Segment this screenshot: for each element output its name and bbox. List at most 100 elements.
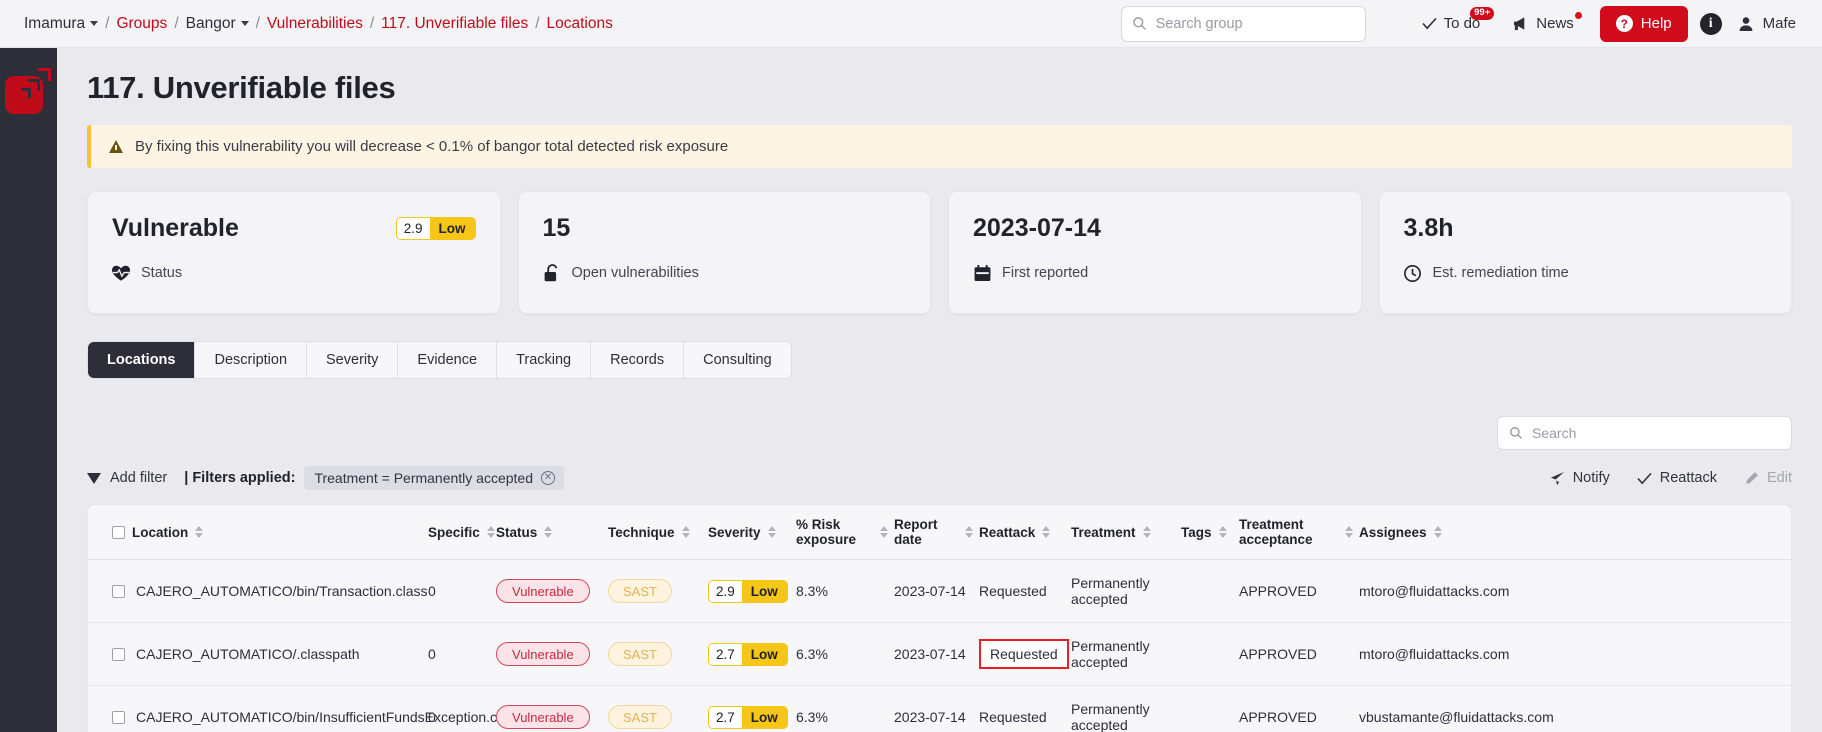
select-all-checkbox[interactable]	[112, 525, 125, 539]
sort-toggle-icon[interactable]	[1345, 526, 1353, 538]
tab-description[interactable]: Description	[195, 342, 308, 378]
notify-button[interactable]: Notify	[1550, 470, 1610, 486]
edit-button[interactable]: Edit	[1744, 470, 1792, 486]
table-search-input[interactable]: Search	[1497, 416, 1792, 450]
column-header-treatment-acceptance[interactable]: Treatment acceptance	[1239, 505, 1359, 560]
breadcrumb-separator: /	[255, 14, 260, 32]
todo-nav-item[interactable]: To do 99+	[1406, 7, 1497, 32]
reattack-button[interactable]: Reattack	[1637, 470, 1717, 486]
tab-records[interactable]: Records	[591, 342, 685, 378]
breadcrumb-item-bangor[interactable]: Bangor	[186, 15, 249, 33]
column-header-treatment[interactable]: Treatment	[1071, 505, 1181, 560]
close-icon[interactable]: ✕	[541, 471, 555, 485]
breadcrumb-item-imamura[interactable]: Imamura	[24, 15, 99, 33]
cell-treatment-text: Permanently accepted	[1071, 638, 1150, 670]
tab-locations[interactable]: Locations	[88, 342, 196, 378]
filter-chip-treatment[interactable]: Treatment = Permanently accepted ✕	[304, 466, 564, 490]
sort-toggle-icon[interactable]	[486, 526, 495, 538]
sort-toggle-icon[interactable]	[681, 526, 690, 538]
fluid-attacks-logo-icon[interactable]	[4, 66, 53, 114]
breadcrumb-item-label: 117. Unverifiable files	[381, 14, 529, 32]
location-wrapper: CAJERO_AUTOMATICO/.classpath	[88, 646, 422, 662]
card-label: Open vulnerabilities	[571, 265, 699, 281]
chevron-down-icon	[90, 21, 99, 26]
table-row[interactable]: CAJERO_AUTOMATICO/bin/InsufficientFundsE…	[88, 685, 1791, 732]
breadcrumb-item-label: Bangor	[185, 14, 236, 32]
header-content: Tags	[1181, 525, 1233, 540]
column-header-tags[interactable]: Tags	[1181, 505, 1239, 560]
breadcrumb-item-vulnerabilities[interactable]: Vulnerabilities	[267, 15, 363, 33]
table-row[interactable]: CAJERO_AUTOMATICO/bin/Transaction.class 0…	[88, 559, 1791, 623]
filter-funnel-icon	[87, 472, 101, 484]
cell-treatment-acceptance-text: APPROVED	[1239, 709, 1317, 725]
group-search-input[interactable]: Search group	[1120, 5, 1366, 42]
card-subtitle: Est. remediation time	[1404, 264, 1768, 282]
location-wrapper: CAJERO_AUTOMATICO/bin/InsufficientFundsE…	[88, 709, 522, 725]
column-header-status[interactable]: Status	[496, 505, 608, 560]
sort-toggle-icon[interactable]	[1433, 526, 1442, 538]
cell-specific: 0	[428, 622, 496, 686]
tab-tracking[interactable]: Tracking	[497, 342, 592, 378]
card-value: 3.8h	[1403, 214, 1454, 242]
info-icon[interactable]: i	[1699, 12, 1722, 35]
column-header-report-date[interactable]: Report date	[894, 505, 979, 560]
cell-severity: 2.7 Low	[708, 622, 796, 686]
tab-consulting[interactable]: Consulting	[684, 342, 791, 378]
breadcrumb-item-groups[interactable]: Groups	[116, 15, 167, 33]
column-header-severity[interactable]: Severity	[708, 505, 796, 560]
logo-corner-inner	[20, 88, 31, 98]
add-filter-button[interactable]: Add filter	[87, 470, 167, 486]
summary-cards: Vulnerable 2.9 Low Status 15 Open vulnerabili…	[87, 191, 1792, 314]
cell-treatment-acceptance: APPROVED	[1239, 622, 1359, 686]
card-label: Est. remediation time	[1432, 265, 1569, 281]
card-value: 15	[542, 214, 571, 242]
column-header-assignees[interactable]: Assignees	[1359, 505, 1791, 560]
row-checkbox[interactable]	[112, 647, 125, 661]
severity-score: 2.7	[709, 706, 742, 728]
column-header-reattack[interactable]: Reattack	[979, 505, 1071, 560]
severity-badge: 2.9 Low	[395, 217, 476, 240]
row-checkbox[interactable]	[112, 710, 125, 724]
breadcrumb-item-locations[interactable]: Locations	[547, 15, 613, 33]
group-search-placeholder: Search group	[1155, 15, 1243, 32]
pencil-icon	[1746, 471, 1758, 484]
location-text: CAJERO_AUTOMATICO/bin/InsufficientFundsE…	[136, 709, 522, 725]
sort-toggle-icon[interactable]	[880, 526, 888, 538]
risk-exposure-alert: By fixing this vulnerability you will de…	[87, 125, 1792, 168]
table-row[interactable]: CAJERO_AUTOMATICO/.classpath 0 Vulnerable S…	[88, 622, 1791, 686]
tab-label: Severity	[326, 352, 379, 368]
tab-label: Records	[610, 352, 665, 368]
breadcrumb-item-117-unverifiable-files[interactable]: 117. Unverifiable files	[381, 15, 528, 33]
header-content: Assignees	[1359, 525, 1785, 540]
column-header-location[interactable]: Location	[88, 505, 428, 560]
sort-toggle-icon[interactable]	[767, 526, 776, 538]
sort-toggle-icon[interactable]	[544, 526, 553, 538]
user-menu[interactable]: Mafe	[1722, 15, 1800, 32]
filter-chip-label: Treatment = Permanently accepted	[314, 470, 533, 486]
filter-toolbar: Add filter | Filters applied: Treatment …	[87, 466, 1792, 490]
tab-severity[interactable]: Severity	[307, 342, 399, 378]
news-nav-item[interactable]: News	[1496, 12, 1590, 32]
table-body: CAJERO_AUTOMATICO/bin/Transaction.class 0…	[88, 559, 1791, 732]
cell-report-date-text: 2023-07-14	[894, 646, 966, 662]
check-icon	[1637, 472, 1652, 484]
column-header-specific[interactable]: Specific	[428, 505, 496, 560]
summary-card-est-remediation-time: 3.8h Est. remediation time	[1378, 191, 1792, 314]
sort-toggle-icon[interactable]	[1218, 526, 1227, 538]
sort-toggle-icon[interactable]	[1042, 526, 1051, 538]
filters-applied-group: | Filters applied: Treatment = Permanent…	[184, 466, 564, 490]
technique-badge: SAST	[608, 579, 672, 603]
column-header-risk-exposure[interactable]: % Risk exposure	[796, 505, 894, 560]
help-button[interactable]: ? Help	[1599, 5, 1688, 42]
row-checkbox[interactable]	[112, 584, 125, 598]
severity-badge: 2.7 Low	[708, 705, 788, 729]
cell-technique: SAST	[608, 622, 708, 686]
tab-evidence[interactable]: Evidence	[398, 342, 498, 378]
sort-toggle-icon[interactable]	[1142, 526, 1151, 538]
column-header-technique[interactable]: Technique	[608, 505, 708, 560]
sort-toggle-icon[interactable]	[965, 526, 973, 538]
tab-label: Tracking	[516, 352, 572, 368]
cell-location: CAJERO_AUTOMATICO/.classpath	[88, 622, 428, 686]
cell-assignees: mtoro@fluidattacks.com	[1359, 559, 1791, 623]
sort-toggle-icon[interactable]	[195, 526, 204, 538]
